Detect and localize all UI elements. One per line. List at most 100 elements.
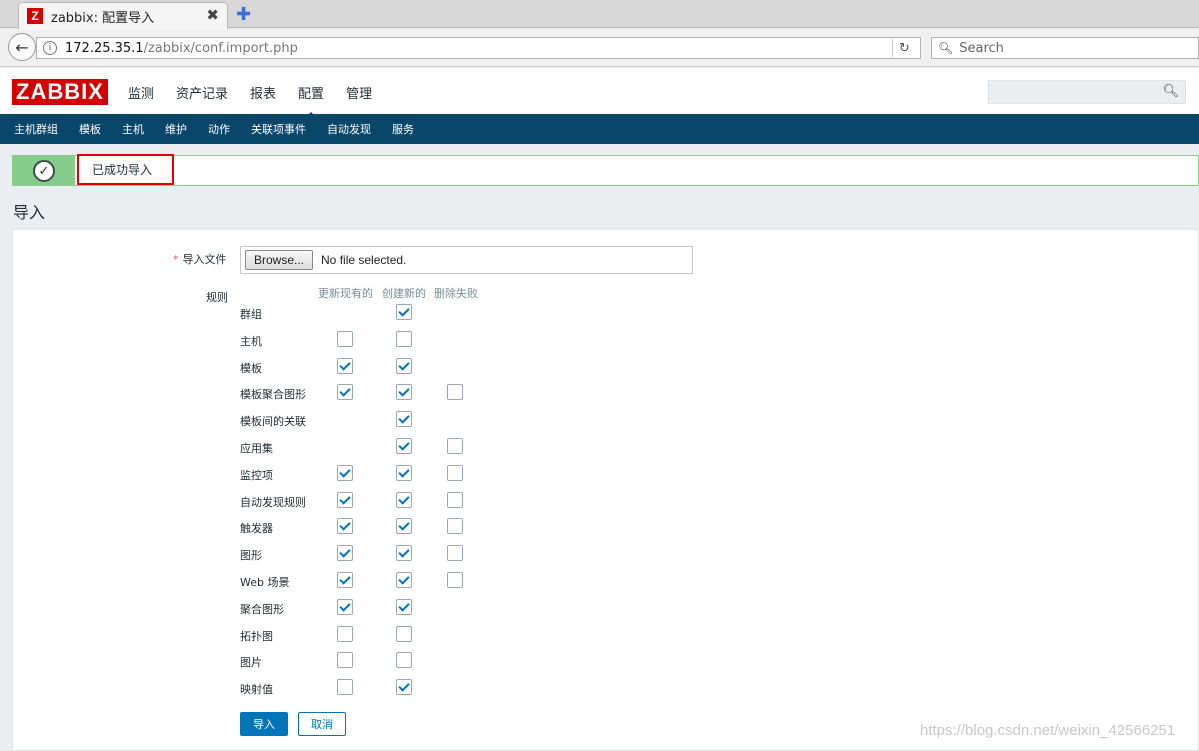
zabbix-logo[interactable]: ZABBIX bbox=[12, 79, 108, 105]
rule-row: 自动发现规则 bbox=[240, 491, 540, 511]
browser-nav-bar: i 172.25.35.1/zabbix/conf.import.php ↻ ←… bbox=[0, 29, 1199, 67]
rule-update-checkbox[interactable] bbox=[337, 331, 353, 347]
rule-update-checkbox[interactable] bbox=[337, 465, 353, 481]
rule-create-checkbox[interactable] bbox=[396, 652, 412, 668]
rule-update-checkbox[interactable] bbox=[337, 626, 353, 642]
rule-create-checkbox[interactable] bbox=[396, 626, 412, 642]
required-mark: * bbox=[173, 253, 179, 266]
cancel-button[interactable]: 取消 bbox=[298, 712, 346, 736]
rule-name: 应用集 bbox=[240, 442, 273, 455]
menu-configuration[interactable]: 配置 bbox=[298, 83, 324, 118]
browse-button[interactable]: Browse... bbox=[245, 250, 314, 270]
sub-menu: 主机群组 模板 主机 维护 动作 关联项事件 自动发现 服务 bbox=[0, 114, 1199, 144]
rule-update-checkbox[interactable] bbox=[337, 492, 353, 508]
search-icon: 🔍︎ bbox=[938, 41, 954, 55]
rule-update-checkbox[interactable] bbox=[337, 679, 353, 695]
rule-delete-checkbox[interactable] bbox=[447, 384, 463, 400]
menu-reports[interactable]: 报表 bbox=[250, 83, 276, 102]
rules-label: 规则 bbox=[206, 291, 228, 304]
info-icon[interactable]: i bbox=[43, 41, 57, 55]
success-message-text: 已成功导入 bbox=[77, 154, 174, 185]
zabbix-favicon-icon: Z bbox=[27, 8, 43, 24]
rule-name: 自动发现规则 bbox=[240, 496, 306, 509]
rule-row: 聚合图形 bbox=[240, 598, 540, 618]
rule-row: 群组 bbox=[240, 303, 540, 323]
rule-create-checkbox[interactable] bbox=[396, 679, 412, 695]
tab-title: zabbix: 配置导入 bbox=[51, 10, 155, 26]
zabbix-search-input[interactable]: 🔍︎ bbox=[988, 80, 1186, 104]
rule-update-checkbox[interactable] bbox=[337, 384, 353, 400]
rule-create-checkbox[interactable] bbox=[396, 465, 412, 481]
close-tab-icon[interactable]: ✖ bbox=[206, 6, 219, 24]
rule-delete-checkbox[interactable] bbox=[447, 572, 463, 588]
rule-delete-checkbox[interactable] bbox=[447, 518, 463, 534]
back-button[interactable]: ← bbox=[8, 33, 36, 61]
menu-inventory[interactable]: 资产记录 bbox=[176, 83, 228, 102]
rule-name: 聚合图形 bbox=[240, 603, 284, 616]
new-tab-icon[interactable]: ✚ bbox=[236, 4, 251, 25]
submenu-services[interactable]: 服务 bbox=[392, 121, 414, 137]
rule-delete-checkbox[interactable] bbox=[447, 438, 463, 454]
rule-delete-checkbox[interactable] bbox=[447, 492, 463, 508]
url-bar[interactable]: i 172.25.35.1/zabbix/conf.import.php ↻ bbox=[36, 37, 921, 59]
browser-tab[interactable]: Z zabbix: 配置导入 ✖ bbox=[18, 2, 228, 29]
reload-icon[interactable]: ↻ bbox=[892, 39, 916, 57]
column-update-existing: 更新现有的 bbox=[318, 287, 373, 300]
rule-create-checkbox[interactable] bbox=[396, 411, 412, 427]
rule-create-checkbox[interactable] bbox=[396, 438, 412, 454]
browser-tab-bar: Z zabbix: 配置导入 ✖ ✚ bbox=[0, 0, 1199, 29]
rule-update-checkbox[interactable] bbox=[337, 652, 353, 668]
rule-name: 监控项 bbox=[240, 469, 273, 482]
rule-create-checkbox[interactable] bbox=[396, 572, 412, 588]
import-button[interactable]: 导入 bbox=[240, 712, 288, 736]
file-status: No file selected. bbox=[321, 253, 407, 267]
rule-delete-checkbox[interactable] bbox=[447, 465, 463, 481]
rule-create-checkbox[interactable] bbox=[396, 599, 412, 615]
rule-delete-checkbox[interactable] bbox=[447, 545, 463, 561]
rule-row: 模板聚合图形 bbox=[240, 383, 540, 403]
rule-update-checkbox[interactable] bbox=[337, 572, 353, 588]
submenu-host-groups[interactable]: 主机群组 bbox=[14, 121, 58, 137]
import-file-label: * 导入文件 bbox=[173, 251, 227, 267]
success-icon-box: ✓ bbox=[13, 156, 75, 185]
rule-row: 触发器 bbox=[240, 517, 540, 537]
watermark: https://blog.csdn.net/weixin_42566251 bbox=[920, 722, 1176, 739]
menu-monitoring[interactable]: 监测 bbox=[128, 83, 154, 102]
rule-update-checkbox[interactable] bbox=[337, 518, 353, 534]
rule-row: Web 场景 bbox=[240, 571, 540, 591]
search-icon[interactable]: 🔍︎ bbox=[1162, 84, 1179, 99]
submenu-maintenance[interactable]: 维护 bbox=[165, 121, 187, 137]
submenu-event-correlation[interactable]: 关联项事件 bbox=[251, 121, 306, 137]
menu-administration[interactable]: 管理 bbox=[346, 83, 372, 102]
rule-update-checkbox[interactable] bbox=[337, 599, 353, 615]
column-delete-missing: 删除失败 bbox=[434, 287, 478, 300]
rule-row: 拓扑图 bbox=[240, 625, 540, 645]
submenu-hosts[interactable]: 主机 bbox=[122, 121, 144, 137]
rule-update-checkbox[interactable] bbox=[337, 545, 353, 561]
submenu-templates[interactable]: 模板 bbox=[79, 121, 101, 137]
url-path: /zabbix/conf.import.php bbox=[143, 40, 298, 56]
rule-update-checkbox[interactable] bbox=[337, 358, 353, 374]
url-host: 172.25.35.1 bbox=[65, 40, 144, 56]
rule-create-checkbox[interactable] bbox=[396, 304, 412, 320]
rule-row: 映射值 bbox=[240, 678, 540, 698]
rule-name: 拓扑图 bbox=[240, 630, 273, 643]
rule-create-checkbox[interactable] bbox=[396, 384, 412, 400]
file-input[interactable]: Browse... No file selected. bbox=[240, 246, 693, 274]
rule-name: 主机 bbox=[240, 335, 262, 348]
main-menu: 监测 资产记录 报表 配置 管理 bbox=[128, 83, 394, 118]
rule-row: 模板间的关联 bbox=[240, 410, 540, 430]
column-create-new: 创建新的 bbox=[382, 287, 426, 300]
import-form: * 导入文件 Browse... No file selected. 规则 更新现… bbox=[12, 229, 1199, 751]
rule-name: 模板 bbox=[240, 362, 262, 375]
browser-search-input[interactable]: 🔍︎ Search bbox=[931, 37, 1199, 59]
rule-name: 映射值 bbox=[240, 683, 273, 696]
rule-create-checkbox[interactable] bbox=[396, 358, 412, 374]
rule-create-checkbox[interactable] bbox=[396, 518, 412, 534]
submenu-discovery[interactable]: 自动发现 bbox=[327, 121, 371, 137]
rule-create-checkbox[interactable] bbox=[396, 545, 412, 561]
rule-name: Web 场景 bbox=[240, 576, 290, 589]
rule-create-checkbox[interactable] bbox=[396, 331, 412, 347]
rule-create-checkbox[interactable] bbox=[396, 492, 412, 508]
submenu-actions[interactable]: 动作 bbox=[208, 121, 230, 137]
